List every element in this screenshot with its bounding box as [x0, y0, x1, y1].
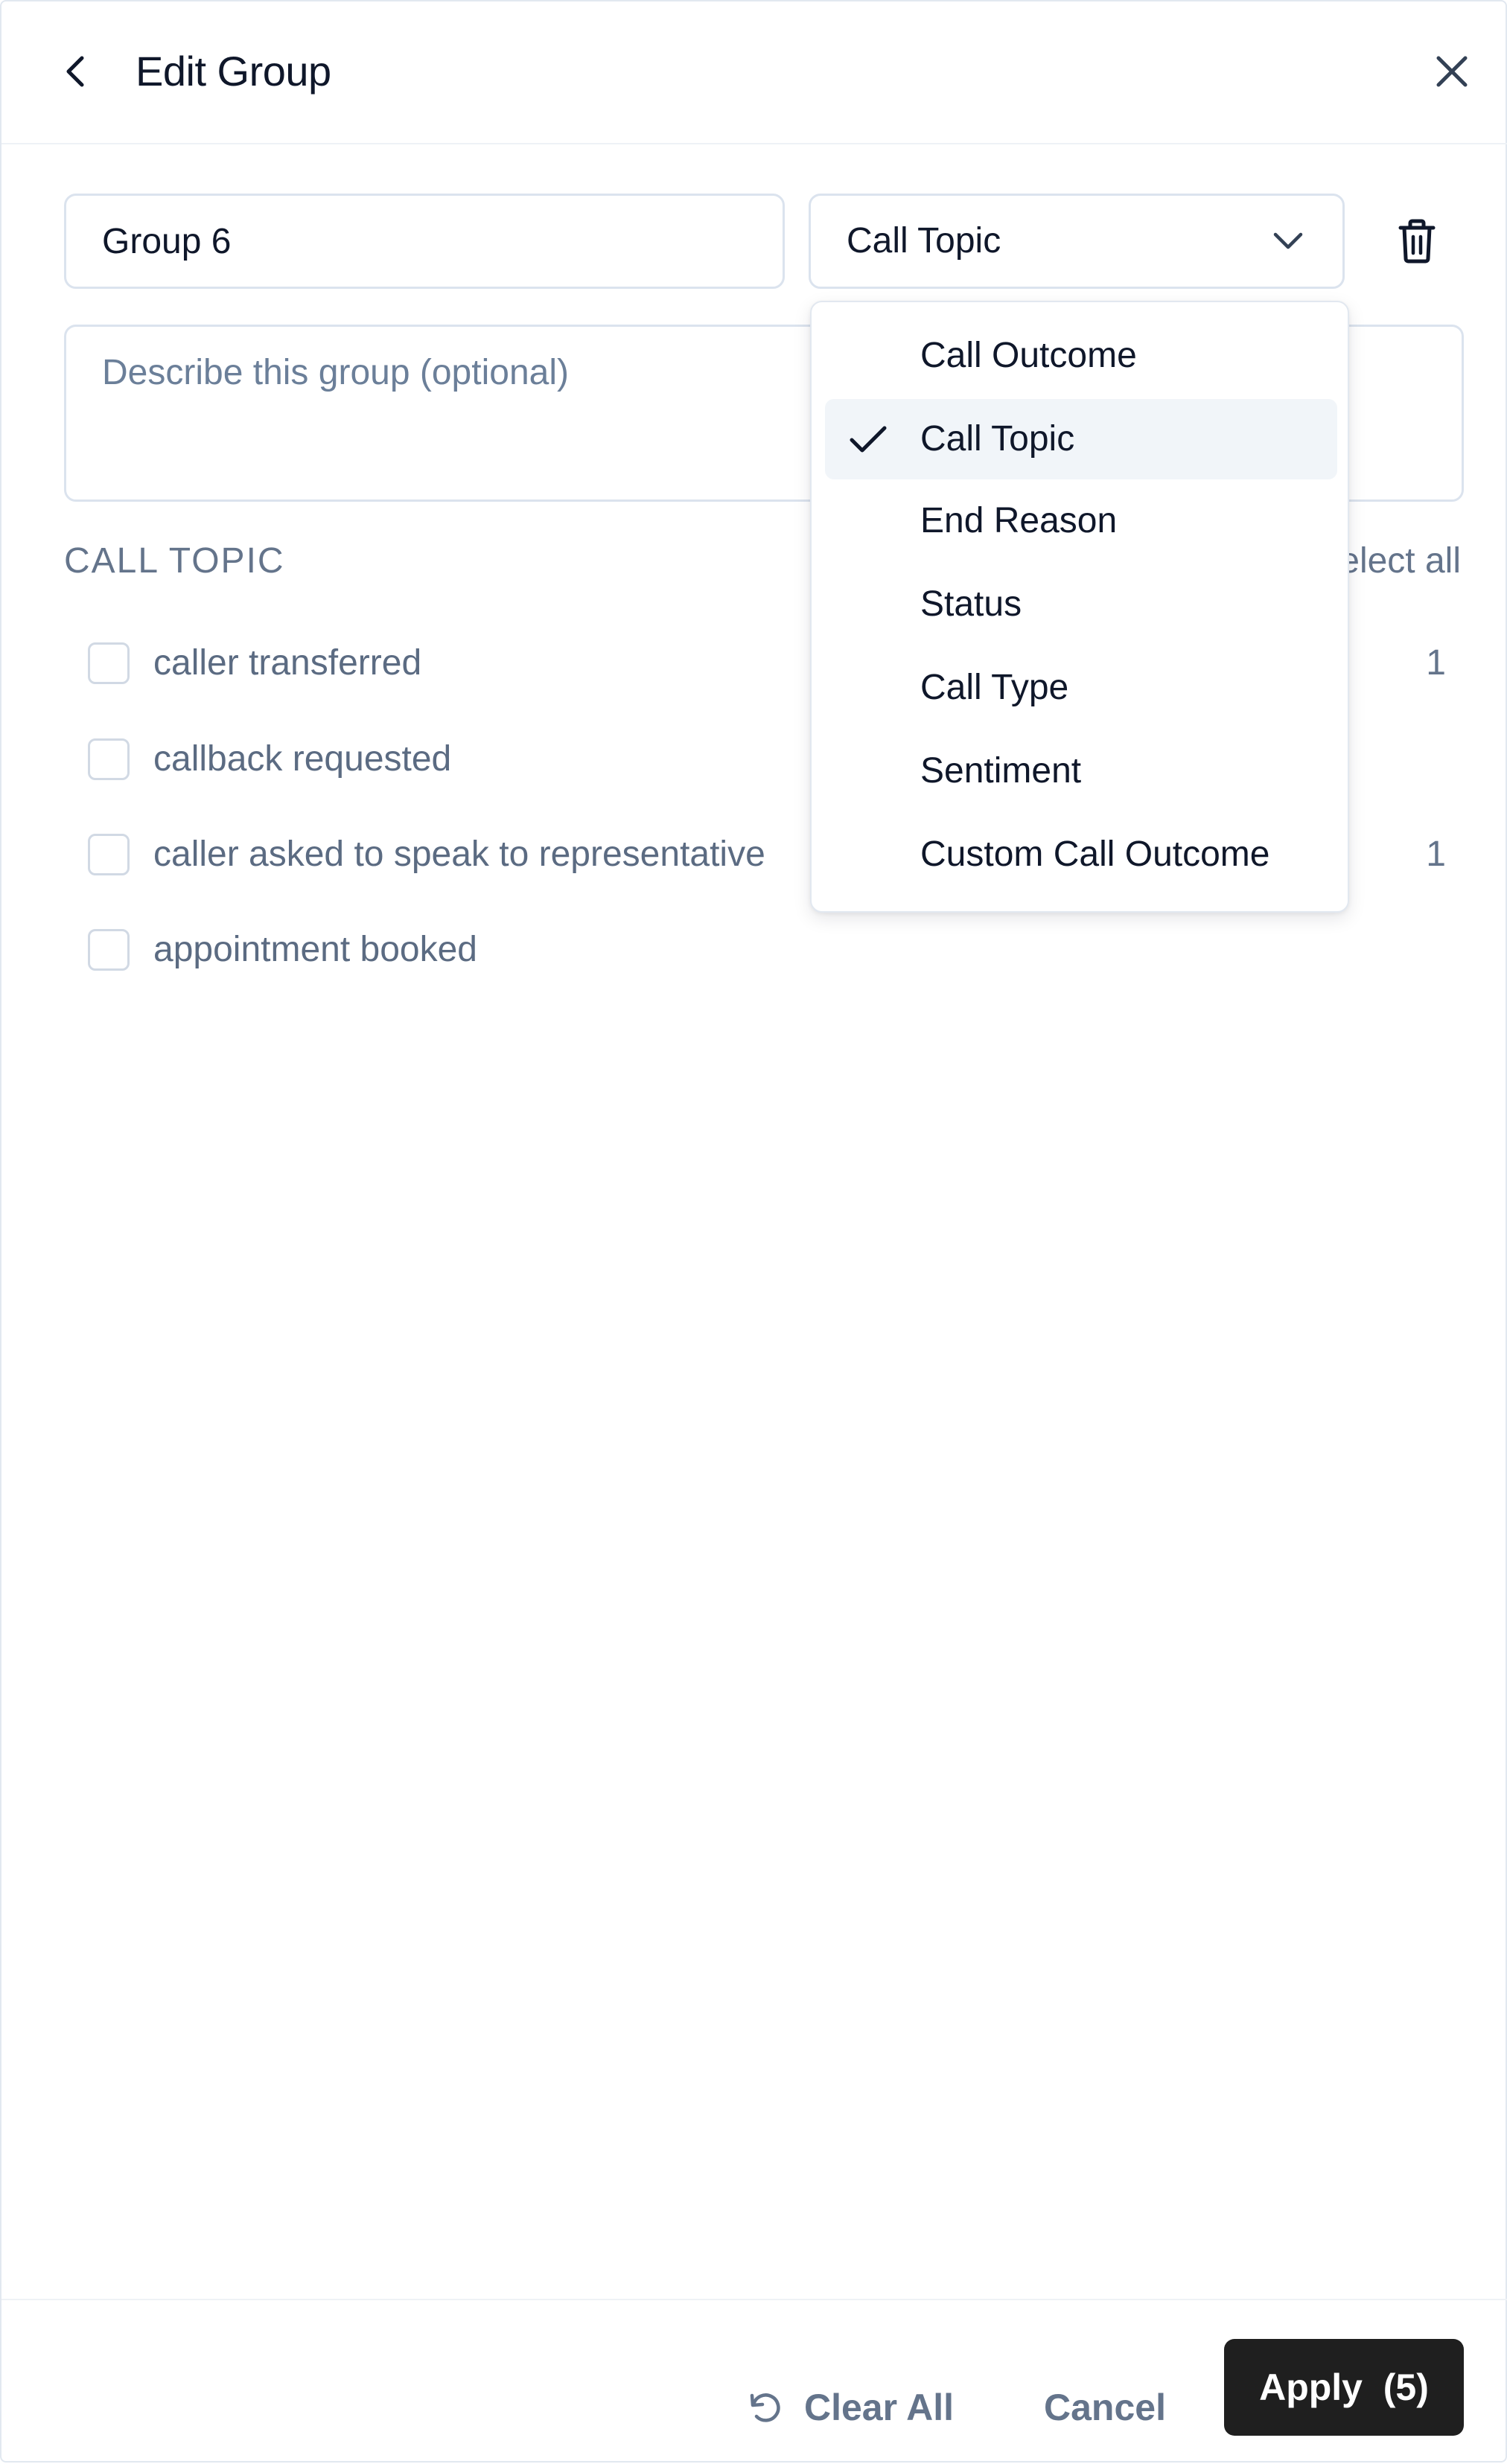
menu-item-end-reason[interactable]: End Reason — [825, 481, 1337, 561]
menu-item-call-outcome[interactable]: Call Outcome — [825, 316, 1337, 396]
option-label: caller asked to speak to representative — [153, 834, 765, 874]
close-icon — [1436, 56, 1468, 87]
group-type-dropdown-menu: Call Outcome Call Topic End Reason Statu… — [810, 301, 1349, 913]
menu-item-status[interactable]: Status — [825, 564, 1337, 645]
cancel-button[interactable]: Cancel — [1044, 2369, 1166, 2446]
clear-all-button[interactable]: Clear All — [746, 2369, 954, 2446]
menu-item-sentiment[interactable]: Sentiment — [825, 731, 1337, 811]
group-name-input[interactable] — [64, 194, 785, 289]
check-icon — [850, 426, 887, 453]
apply-button[interactable]: Apply (5) — [1224, 2339, 1464, 2436]
chevron-left-icon — [66, 56, 84, 87]
menu-item-label: Call Type — [920, 668, 1069, 707]
menu-item-label: Call Topic — [920, 419, 1075, 459]
group-type-select[interactable]: Call Topic — [809, 194, 1345, 289]
option-label: callback requested — [153, 739, 452, 779]
section-label: CALL TOPIC — [64, 541, 285, 581]
back-button[interactable] — [54, 45, 98, 98]
panel-footer: Clear All Cancel Apply (5) — [1, 2299, 1507, 2464]
option-checkbox[interactable] — [88, 642, 130, 684]
trash-icon — [1398, 219, 1436, 264]
option-checkbox[interactable] — [88, 834, 130, 875]
option-label: appointment booked — [153, 930, 477, 969]
menu-item-call-topic[interactable]: Call Topic — [825, 399, 1337, 479]
menu-item-label: Custom Call Outcome — [920, 834, 1270, 874]
option-count: 1 — [1426, 834, 1446, 874]
menu-item-custom-call-outcome[interactable]: Custom Call Outcome — [825, 814, 1337, 895]
panel-header: Edit Group — [1, 1, 1507, 144]
rotate-ccw-icon — [750, 2393, 780, 2422]
delete-group-button[interactable] — [1389, 211, 1444, 271]
option-label: caller transferred — [153, 643, 422, 683]
chevron-down-icon — [1273, 232, 1303, 249]
option-row[interactable]: appointment booked — [85, 914, 1446, 986]
group-type-select-value: Call Topic — [847, 221, 1001, 261]
menu-item-call-type[interactable]: Call Type — [825, 648, 1337, 728]
option-checkbox[interactable] — [88, 929, 130, 971]
close-button[interactable] — [1428, 48, 1476, 95]
option-checkbox[interactable] — [88, 738, 130, 780]
menu-item-label: Sentiment — [920, 751, 1082, 791]
clear-all-label: Clear All — [804, 2387, 955, 2428]
menu-item-label: Call Outcome — [920, 336, 1137, 375]
option-count: 1 — [1426, 643, 1446, 683]
menu-item-label: Status — [920, 584, 1022, 624]
edit-group-panel: Edit Group Call Topic CALL TOPIC Select … — [0, 0, 1507, 2463]
page-title: Edit Group — [136, 48, 331, 95]
menu-item-label: End Reason — [920, 501, 1118, 540]
